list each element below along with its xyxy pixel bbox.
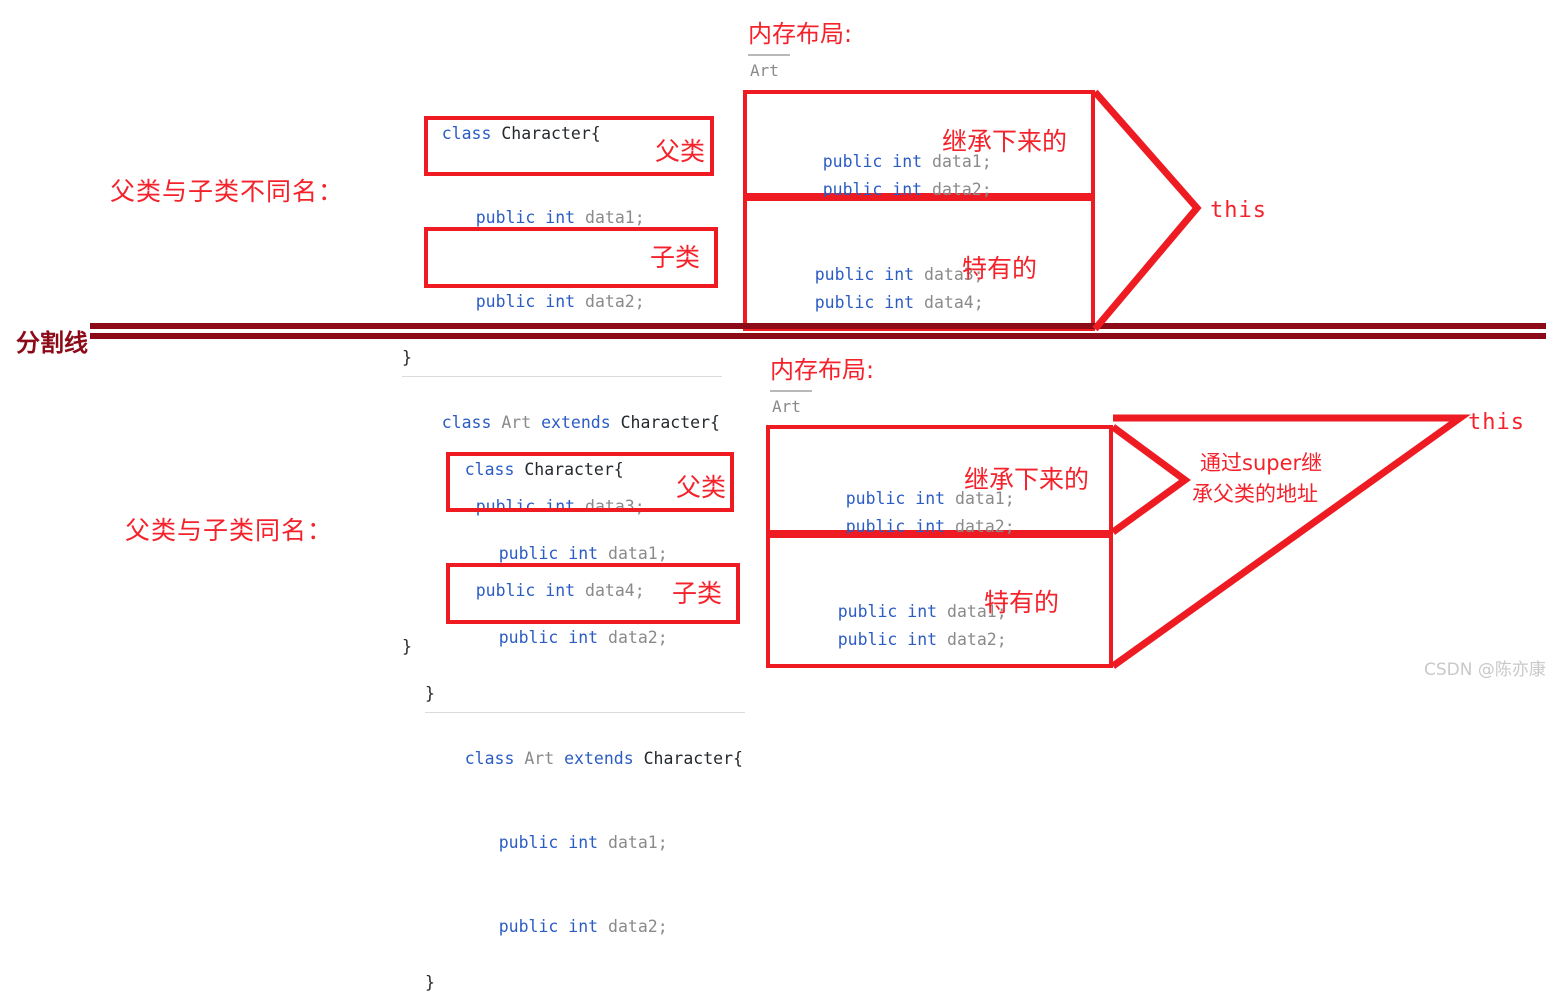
art-underline-rule-bottom: [770, 390, 812, 392]
code-separator-rule: [402, 376, 722, 377]
tag-child-class: 子类: [672, 579, 723, 608]
divider-line-lower: [90, 333, 1546, 339]
keyword-public-int: public int: [475, 292, 586, 311]
super-note-line-2: 承父类的地址: [1192, 482, 1318, 506]
code-separator-rule: [425, 712, 745, 713]
divider-label: 分割线: [16, 329, 88, 357]
keyword-public-int: public int: [475, 208, 586, 227]
csdn-watermark: CSDN @陈亦康: [1424, 660, 1546, 680]
mem-line-4: public int data2;: [798, 598, 1007, 682]
class-name-character: Character{: [643, 749, 743, 768]
keyword-public-int: public int: [498, 544, 609, 563]
memory-class-name-top: Art: [750, 61, 779, 80]
memory-layout-title-bottom: 内存布局:: [770, 356, 875, 384]
class-name-art: Art: [524, 749, 565, 768]
memory-box-own-top: public int data3; public int data4;: [743, 197, 1095, 331]
tag-inherited-bottom: 继承下来的: [964, 465, 1090, 494]
tag-inherited-top: 继承下来的: [942, 127, 1068, 156]
field-name: data2;: [947, 630, 1007, 649]
keyword-class: class: [464, 749, 525, 768]
divider-line-upper: [90, 323, 1546, 329]
field-name: data4;: [924, 293, 984, 312]
memory-box-own-bottom: public int data1; public int data2;: [766, 534, 1113, 668]
pointer-label-this-top: this: [1210, 198, 1267, 223]
art-underline-rule-top: [748, 54, 790, 56]
field-name: data2;: [585, 292, 645, 311]
tag-own-bottom: 特有的: [984, 588, 1060, 617]
pointer-chevron-bottom-inner: [1110, 424, 1191, 535]
field-name: data2;: [608, 628, 668, 647]
field-name: data1;: [585, 208, 645, 227]
keyword-public-int: public int: [837, 630, 948, 649]
code-line-child-field-1: public int data1;: [425, 801, 755, 885]
keyword-extends: extends: [564, 749, 644, 768]
memory-layout-title-top: 内存布局:: [748, 20, 853, 48]
code-block-same-names: class Character{ public int data1; publi…: [425, 428, 755, 997]
code-line-child-header: class Art extends Character{: [425, 717, 755, 801]
code-line-child-close: }: [425, 973, 435, 992]
pointer-label-this-bottom: this: [1468, 410, 1525, 435]
code-line-child-field-2: public int data2;: [425, 885, 755, 969]
keyword-public-int: public int: [498, 628, 609, 647]
section-label-different-names: 父类与子类不同名：: [110, 177, 345, 206]
code-line-parent-close: }: [425, 684, 435, 703]
keyword-public-int: public int: [498, 833, 609, 852]
section-label-same-names: 父类与子类同名：: [125, 516, 334, 545]
code-line-parent-close: }: [402, 348, 412, 367]
super-note-line-1: 通过super继: [1200, 451, 1323, 475]
tag-own-top: 特有的: [962, 254, 1038, 283]
field-name: data1;: [608, 833, 668, 852]
memory-class-name-bottom: Art: [772, 397, 801, 416]
field-name: data1;: [608, 544, 668, 563]
keyword-public-int: public int: [498, 917, 609, 936]
tag-parent-class: 父类: [655, 137, 706, 166]
pointer-chevron-top: [1092, 89, 1202, 332]
tag-parent-class: 父类: [676, 473, 727, 502]
field-name: data2;: [608, 917, 668, 936]
keyword-public-int: public int: [814, 293, 925, 312]
tag-child-class: 子类: [650, 243, 701, 272]
